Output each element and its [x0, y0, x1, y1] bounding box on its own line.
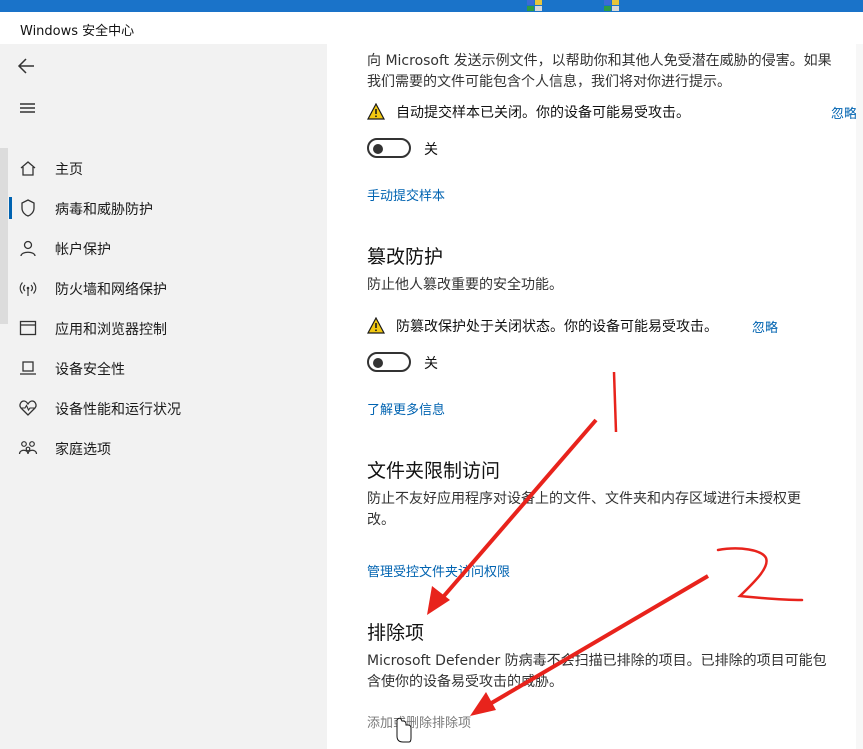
desktop-shortcut-icon[interactable] [604, 0, 620, 11]
sample-submission-description: 向 Microsoft 发送示例文件，以帮助你和其他人免受潜在威胁的侵害。如果 [367, 53, 832, 69]
sidebar-item-family-options[interactable]: 家庭选项 [0, 428, 327, 468]
sidebar-item-virus-protection[interactable]: 病毒和威胁防护 [0, 188, 327, 228]
desktop-shortcut-icon[interactable] [527, 0, 543, 11]
sidebar-item-label: 病毒和威胁防护 [55, 202, 153, 218]
tamper-toggle-state: 关 [424, 356, 438, 372]
sidebar-item-label: 家庭选项 [55, 442, 111, 458]
warning-text: 自动提交样本已关闭。你的设备可能易受攻击。 [396, 105, 690, 121]
sample-submission-description: 我们需要的文件可能包含个人信息，我们将对你进行提示。 [367, 74, 731, 90]
warning-icon [367, 317, 385, 334]
sidebar-item-label: 设备安全性 [55, 362, 125, 378]
sidebar-item-device-performance[interactable]: 设备性能和运行状况 [0, 388, 327, 428]
heart-pulse-icon [19, 400, 37, 416]
toggle-knob [373, 358, 383, 368]
exclusions-description: Microsoft Defender 防病毒不会扫描已排除的项目。已排除的项目可… [367, 653, 827, 669]
menu-button[interactable] [14, 96, 42, 120]
tamper-protection-heading: 篡改防护 [367, 246, 444, 268]
learn-more-link[interactable]: 了解更多信息 [367, 399, 445, 418]
desktop-background [0, 0, 863, 12]
main-content: 向 Microsoft 发送示例文件，以帮助你和其他人免受潜在威胁的侵害。如果 … [327, 44, 863, 749]
warning-icon [367, 103, 385, 120]
security-center-window: Windows 安全中心 主页 病毒和威胁防护 帐户保护 防火墙和网络保护 应用… [0, 12, 863, 749]
family-icon [18, 441, 38, 455]
sidebar-item-app-browser-control[interactable]: 应用和浏览器控制 [0, 308, 327, 348]
warning-text: 防篡改保护处于关闭状态。你的设备可能易受攻击。 [396, 319, 718, 335]
laptop-icon [20, 361, 36, 375]
sidebar-item-account-protection[interactable]: 帐户保护 [0, 228, 327, 268]
person-icon [20, 240, 36, 257]
scrollbar[interactable] [856, 44, 863, 749]
dismiss-tamper-warning-link[interactable]: 忽略 [752, 317, 778, 336]
hamburger-menu-icon [20, 103, 35, 113]
tamper-protection-toggle[interactable] [367, 352, 411, 372]
sample-toggle-state: 关 [424, 142, 438, 158]
sidebar-item-label: 防火墙和网络保护 [55, 282, 167, 298]
manual-submit-sample-link[interactable]: 手动提交样本 [367, 185, 445, 204]
sidebar-item-home[interactable]: 主页 [0, 148, 327, 188]
folder-access-heading: 文件夹限制访问 [367, 460, 501, 482]
manage-folder-access-link[interactable]: 管理受控文件夹访问权限 [367, 561, 510, 580]
app-window-icon [19, 320, 37, 336]
title-bar: Windows 安全中心 [0, 12, 863, 44]
tamper-protection-warning: 防篡改保护处于关闭状态。你的设备可能易受攻击。 [367, 316, 727, 336]
sidebar-item-label: 设备性能和运行状况 [55, 402, 181, 418]
sidebar-item-device-security[interactable]: 设备安全性 [0, 348, 327, 388]
sample-submission-toggle[interactable] [367, 138, 411, 158]
shield-icon [21, 199, 35, 217]
tamper-protection-description: 防止他人篡改重要的安全功能。 [367, 277, 563, 293]
exclusions-description: 含使你的设备易受攻击的威胁。 [367, 674, 563, 690]
toggle-knob [373, 144, 383, 154]
wifi-antenna-icon [19, 282, 37, 296]
sample-submission-warning: 自动提交样本已关闭。你的设备可能易受攻击。 [367, 102, 690, 122]
sidebar: 主页 病毒和威胁防护 帐户保护 防火墙和网络保护 应用和浏览器控制 设备安全性 … [0, 44, 327, 749]
sidebar-item-label: 帐户保护 [55, 242, 111, 258]
back-button[interactable] [14, 54, 42, 78]
sidebar-item-firewall[interactable]: 防火墙和网络保护 [0, 268, 327, 308]
add-remove-exclusions-link[interactable]: 添加或删除排除项 [367, 712, 471, 731]
back-arrow-icon [17, 58, 34, 74]
home-icon [20, 161, 36, 176]
exclusions-heading: 排除项 [367, 622, 425, 644]
dismiss-sample-warning-link[interactable]: 忽略 [831, 103, 857, 122]
sidebar-item-label: 应用和浏览器控制 [55, 322, 167, 338]
folder-access-description: 防止不友好应用程序对设备上的文件、文件夹和内存区域进行未授权更 [367, 491, 801, 507]
folder-access-description: 改。 [367, 512, 395, 528]
window-title: Windows 安全中心 [20, 24, 135, 39]
sidebar-item-label: 主页 [55, 162, 83, 178]
